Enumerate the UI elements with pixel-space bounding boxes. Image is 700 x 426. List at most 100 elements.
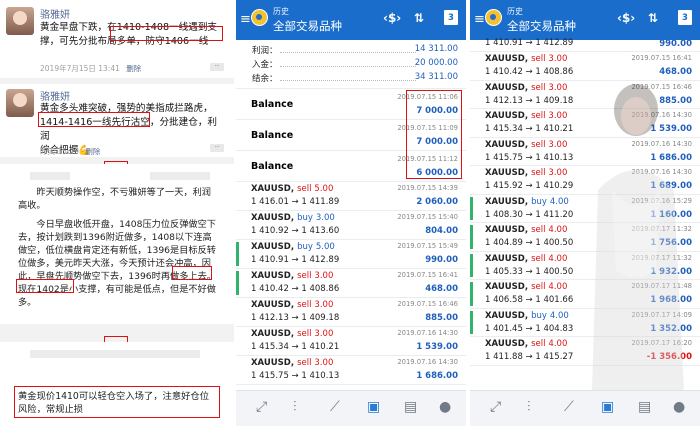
summary-label: 结余： bbox=[252, 74, 278, 84]
chart-icon[interactable]: ⫶ bbox=[293, 399, 297, 415]
trade-symbol: XAUUSD, sell 4.00 bbox=[485, 225, 568, 235]
quotes-icon[interactable]: ⤢ bbox=[490, 399, 501, 415]
summary-value: 20 000.00 bbox=[414, 58, 458, 68]
trade-row[interactable]: XAUUSD, sell 3.00 1 412.13 → 1 409.18 2019… bbox=[470, 81, 700, 109]
trade-row[interactable]: XAUUSD, sell 3.00 1 415.75 → 1 410.13 2019… bbox=[470, 138, 700, 166]
analysis-paragraph: 昨天顺势操作空，不亏雅妍等了一天，利润高收。 bbox=[18, 187, 211, 211]
history-icon[interactable]: ▣ bbox=[367, 399, 380, 415]
trade-row[interactable]: XAUUSD, buy 5.00 1 410.91 → 1 412.89 2019.… bbox=[236, 240, 466, 269]
trade-icon[interactable]: ⟋ bbox=[330, 399, 340, 415]
trade-row[interactable]: XAUUSD, buy 3.00 1 410.92 → 1 413.60 2019.… bbox=[236, 211, 466, 240]
chart-icon[interactable]: ⫶ bbox=[527, 399, 531, 415]
trade-side: sell bbox=[531, 339, 546, 349]
selection-marker bbox=[470, 253, 473, 277]
trade-history-app: ≡ 历史 全部交易品种 ‹$› ⇅ 3 利润： 14 311.00 入金： 20 0… bbox=[236, 0, 466, 426]
trade-row[interactable]: XAUUSD, sell 4.00 1 406.58 → 1 401.66 2019… bbox=[470, 280, 700, 309]
trade-icon[interactable]: ⟋ bbox=[564, 399, 574, 415]
trade-lots: 4.00 bbox=[548, 225, 568, 235]
menu-icon[interactable]: ≡ bbox=[240, 12, 251, 27]
currency-filter-icon[interactable]: ‹$› bbox=[383, 11, 401, 25]
news-icon[interactable]: ▤ bbox=[638, 399, 651, 415]
calendar-icon[interactable]: 3 bbox=[678, 10, 692, 25]
trade-profit: 990.00 bbox=[659, 39, 692, 49]
selection-marker bbox=[470, 282, 473, 306]
trade-row[interactable]: XAUUSD, sell 4.00 1 411.88 → 1 415.27 2019… bbox=[470, 337, 700, 366]
trade-lots: 3.00 bbox=[314, 329, 334, 339]
trade-row[interactable]: XAUUSD, sell 3.00 1 410.42 → 1 408.86 2019… bbox=[236, 269, 466, 298]
trade-symbol: XAUUSD, sell 3.00 bbox=[251, 271, 334, 281]
trade-prices: 1 415.34 → 1 410.21 bbox=[485, 124, 574, 134]
trade-row[interactable]: XAUUSD, sell 5.00 1 416.01 → 1 411.89 2019… bbox=[236, 182, 466, 211]
highlight-box bbox=[110, 26, 223, 41]
trade-symbol: XAUUSD, sell 3.00 bbox=[485, 54, 568, 64]
trade-profit: 804.00 bbox=[425, 226, 458, 236]
history-icon[interactable]: ▣ bbox=[601, 399, 614, 415]
leader-dots bbox=[280, 52, 416, 53]
trade-prices: 1 410.92 → 1 413.60 bbox=[251, 226, 340, 236]
post-timestamp: 昨天 15:29 bbox=[40, 147, 79, 156]
trade-lots: 5.00 bbox=[315, 242, 335, 252]
calendar-icon[interactable]: 3 bbox=[444, 10, 458, 25]
chat-icon[interactable]: ● bbox=[439, 399, 451, 415]
sort-icon[interactable]: ⇅ bbox=[414, 11, 424, 25]
trade-date: 2019.07.16 14:30 bbox=[397, 358, 458, 366]
news-icon[interactable]: ▤ bbox=[404, 399, 417, 415]
trade-row[interactable]: XAUUSD, sell 3.00 1 415.34 → 1 410.21 2019… bbox=[470, 109, 700, 138]
trade-side: buy bbox=[531, 310, 547, 321]
post-author[interactable]: 骆雅妍 bbox=[40, 88, 70, 103]
sort-icon[interactable]: ⇅ bbox=[648, 11, 658, 25]
trade-lots: 3.00 bbox=[315, 213, 335, 223]
trade-profit: 990.00 bbox=[425, 255, 458, 265]
blurred-header bbox=[30, 172, 70, 180]
trade-profit: 885.00 bbox=[659, 95, 692, 106]
trade-prices: 1 410.42 → 1 408.86 bbox=[251, 284, 340, 294]
avatar[interactable] bbox=[6, 7, 34, 35]
trade-row[interactable]: XAUUSD, sell 4.00 1 405.33 → 1 400.50 2019… bbox=[470, 252, 700, 280]
trade-prices: 1 412.13 → 1 409.18 bbox=[251, 313, 340, 323]
more-icon[interactable]: ·· bbox=[210, 63, 224, 71]
chat-icon[interactable]: ● bbox=[673, 399, 685, 415]
trade-lots: 3.00 bbox=[548, 54, 568, 64]
trade-row[interactable]: XAUUSD, buy 4.00 1 408.30 → 1 411.20 2019.… bbox=[470, 195, 700, 223]
trade-side: sell bbox=[531, 282, 546, 292]
trade-prices: 1 406.58 → 1 401.66 bbox=[485, 295, 574, 305]
trade-profit: 2 060.00 bbox=[416, 197, 458, 207]
currency-filter-icon[interactable]: ‹$› bbox=[617, 11, 635, 25]
trade-lots: 3.00 bbox=[548, 168, 568, 178]
highlight-box bbox=[16, 279, 74, 293]
trade-side: sell bbox=[297, 358, 312, 368]
trade-symbol: XAUUSD, sell 3.00 bbox=[485, 82, 568, 93]
trade-profit: 1 686.00 bbox=[416, 371, 458, 381]
trade-row[interactable]: XAUUSD, sell 3.00 1 415.92 → 1 410.29 2019… bbox=[470, 166, 700, 195]
post-time: 2019年7月15日 13:41 删除 bbox=[40, 63, 141, 74]
trade-row[interactable]: XAUUSD, sell 3.00 1 415.34 → 1 410.21 2019… bbox=[236, 327, 466, 356]
trade-profit: 1 352.00 bbox=[650, 323, 692, 334]
delete-link[interactable]: 删除 bbox=[126, 64, 141, 73]
post-author[interactable]: 骆雅妍 bbox=[40, 6, 70, 21]
header-title[interactable]: 全部交易品种 bbox=[507, 18, 576, 34]
trade-symbol: XAUUSD, sell 3.00 bbox=[251, 300, 334, 310]
quotes-icon[interactable]: ⤢ bbox=[256, 399, 267, 415]
trade-profit: 468.00 bbox=[425, 284, 458, 294]
avatar[interactable] bbox=[6, 89, 34, 117]
trade-row[interactable]: XAUUSD, sell 4.00 1 404.89 → 1 400.50 2019… bbox=[470, 223, 700, 252]
trade-lots: 4.00 bbox=[548, 339, 568, 349]
trade-row[interactable]: XAUUSD, sell 3.00 1 412.13 → 1 409.18 2019… bbox=[236, 298, 466, 327]
leader-dots bbox=[280, 80, 416, 81]
summary-label: 利润： bbox=[252, 46, 278, 56]
trade-date: 2019.07.15 15:49 bbox=[397, 242, 458, 250]
trade-row[interactable]: XAUUSD, buy 4.00 1 401.45 → 1 404.83 2019.… bbox=[470, 309, 700, 337]
trade-row[interactable]: 1 410.91 → 1 412.89 990.00 bbox=[470, 38, 700, 52]
delete-link[interactable]: 删除 bbox=[85, 147, 100, 156]
trade-row[interactable]: XAUUSD, sell 3.00 1 415.75 → 1 410.13 2019… bbox=[236, 356, 466, 385]
trade-profit: 1 539.00 bbox=[650, 124, 692, 134]
trade-date: 2019.07.16 14:30 bbox=[631, 111, 692, 119]
trade-profit: 1 686.00 bbox=[650, 152, 692, 163]
header-title[interactable]: 全部交易品种 bbox=[273, 18, 342, 34]
menu-icon[interactable]: ≡ bbox=[474, 12, 485, 27]
trade-profit: 885.00 bbox=[425, 313, 458, 323]
trade-lots: 3.00 bbox=[314, 271, 334, 281]
more-icon[interactable]: ·· bbox=[210, 144, 224, 152]
app-header: ≡ 历史 全部交易品种 ‹$› ⇅ 3 bbox=[236, 0, 466, 40]
trade-row[interactable]: XAUUSD, sell 3.00 1 410.42 → 1 408.86 2019… bbox=[470, 52, 700, 81]
